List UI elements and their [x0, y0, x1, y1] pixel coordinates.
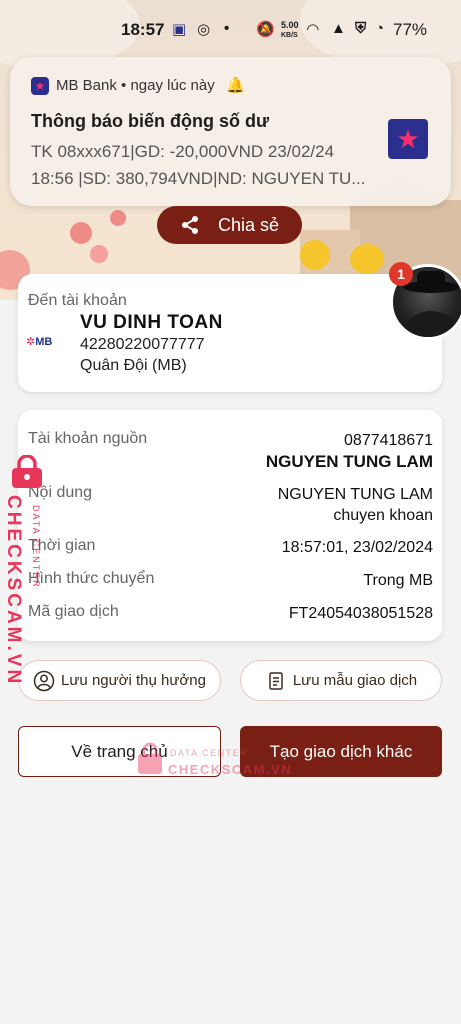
status-time: 18:57 — [121, 20, 165, 39]
bell-icon: 🔔 — [226, 77, 245, 94]
watermark-center-sub: DATA CENTER — [170, 748, 249, 758]
mb-bank-app-icon: ★ — [31, 77, 49, 95]
content-line-2: chuyen khoan — [333, 507, 433, 524]
watermark-brand-text: CHECKSCAM.VN — [3, 495, 24, 687]
net-speed-value: 5.00 — [281, 20, 299, 30]
lock-icon — [12, 455, 42, 488]
net-speed: 5.00 KB/S — [281, 21, 299, 40]
notification-line-2: 18:56 |SD: 380,794VND|ND: NGUYEN TU... — [31, 169, 366, 188]
dot-icon: • — [224, 20, 230, 37]
recipient-bank-name: Quân Đội (MB) — [80, 357, 187, 374]
shield-icon: ⛨ — [355, 20, 367, 37]
save-template-label: Lưu mẫu giao dịch — [292, 672, 418, 689]
detail-row-source-account: Tài khoản nguồn 0877418671 NGUYEN TUNG L… — [28, 430, 433, 474]
share-button[interactable]: Chia sẻ — [157, 206, 302, 244]
detail-row-content: Nội dung NGUYEN TUNG LAM chuyen khoan — [28, 484, 433, 528]
watermark-center-brand: CHECKSCAM.VN — [168, 762, 293, 777]
battery-icon: ◔ — [375, 20, 385, 37]
save-beneficiary-button[interactable]: Lưu người thụ hưởng — [18, 660, 221, 701]
recipient-card: Đến tài khoản ✲MB VU DINH TOAN 422802200… — [18, 274, 442, 392]
mb-logo-text: MB — [35, 336, 53, 348]
save-template-button[interactable]: Lưu mẫu giao dịch — [240, 660, 442, 701]
status-bar: 18:57 ▣ ◎ • 🔕 5.00 KB/S ◠ ▲ ⛨ ◔ 77% — [0, 0, 461, 58]
net-speed-unit: KB/S — [281, 32, 298, 39]
user-circle-icon — [33, 670, 55, 691]
notification-count-badge: 1 — [389, 262, 413, 286]
app-badge-icon: ▣ — [172, 21, 187, 38]
source-account-number: 0877418671 — [344, 432, 433, 449]
share-label: Chia sẻ — [217, 214, 280, 235]
detail-key: Hình thức chuyển — [28, 570, 155, 587]
content-line-1: NGUYEN TUNG LAM — [277, 486, 433, 503]
detail-value: 0877418671 NGUYEN TUNG LAM — [266, 430, 433, 473]
lock-icon — [138, 742, 162, 774]
bank-notification[interactable]: ★ MB Bank • ngay lúc này 🔔 Thông báo biế… — [10, 57, 451, 206]
save-beneficiary-label: Lưu người thụ hưởng — [61, 672, 206, 689]
notification-time: ngay lúc này — [130, 77, 215, 94]
recipient-name: VU DINH TOAN — [80, 312, 223, 333]
checkscam-watermark-center: DATA CENTER CHECKSCAM.VN — [136, 740, 296, 780]
signal-icon: ▲ — [331, 20, 346, 37]
transaction-details-card: Tài khoản nguồn 0877418671 NGUYEN TUNG L… — [18, 410, 442, 641]
detail-value: 18:57:01, 23/02/2024 — [281, 539, 433, 556]
notification-title: Thông báo biến động số dư — [31, 111, 269, 131]
detail-row-time: Thời gian 18:57:01, 23/02/2024 — [28, 537, 433, 559]
notification-separator: • — [121, 77, 127, 94]
notification-source: MB Bank • ngay lúc này — [56, 77, 215, 94]
watermark-sub-text: DATA CENTER — [31, 505, 41, 589]
recipient-account-number: 42280220077777 — [80, 336, 205, 353]
mute-icon: 🔕 — [256, 21, 275, 38]
source-account-name: NGUYEN TUNG LAM — [265, 452, 433, 471]
recipient-label: Đến tài khoản — [28, 292, 127, 309]
messenger-icon: ◎ — [197, 21, 211, 38]
share-icon — [181, 216, 198, 234]
detail-row-transfer-type: Hình thức chuyển Trong MB — [28, 570, 433, 592]
detail-value: Trong MB — [363, 572, 433, 589]
notification-app-name: MB Bank — [56, 77, 117, 94]
detail-value: FT24054038051528 — [288, 605, 433, 622]
detail-value: NGUYEN TUNG LAM chuyen khoan — [278, 484, 433, 526]
checkscam-watermark-left: CHECKSCAM.VN DATA CENTER — [3, 455, 44, 686]
notification-body: TK 08xxx671|GD: -20,000VND 23/02/24 18:5… — [31, 138, 371, 192]
document-icon — [269, 671, 283, 690]
mb-bank-thumbnail-icon: ★ — [388, 119, 428, 159]
battery-level: 77% — [393, 20, 428, 39]
detail-key: Tài khoản nguồn — [28, 430, 148, 447]
notification-line-1: TK 08xxx671|GD: -20,000VND 23/02/24 — [31, 142, 335, 161]
detail-row-transaction-id: Mã giao dịch FT24054038051528 — [28, 603, 433, 625]
mb-bank-logo: ✲MB — [26, 336, 53, 348]
wifi-icon: ◠ — [307, 21, 319, 38]
